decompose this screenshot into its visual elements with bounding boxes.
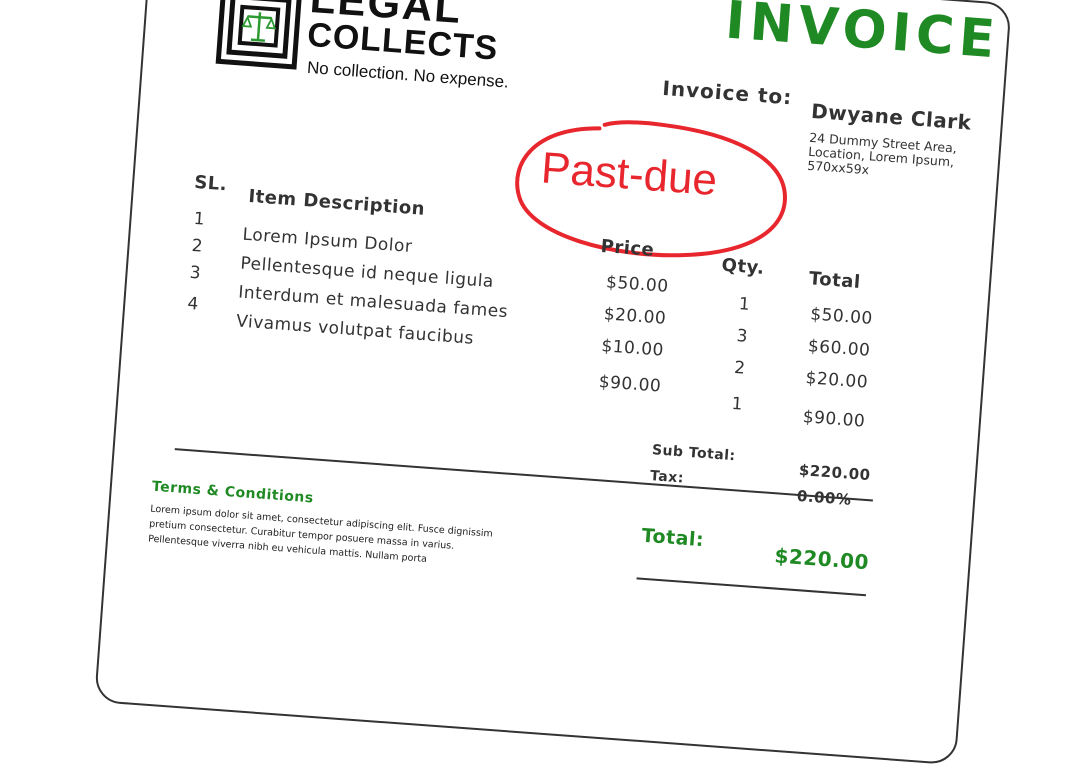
customer-address: 24 Dummy Street Area, Location, Lorem Ip… — [806, 129, 958, 178]
customer-name: Dwyane Clark — [810, 98, 973, 135]
row-1-sl: 1 — [192, 208, 206, 230]
invoice-document: LEGAL COLLECTS No collection. No expense… — [94, 0, 1012, 766]
row-2-total: $60.00 — [807, 336, 872, 361]
row-2-price: $20.00 — [603, 304, 667, 329]
row-1-price: $50.00 — [605, 272, 670, 297]
column-header-qty: Qty. — [720, 254, 766, 279]
row-3-sl: 3 — [189, 262, 202, 284]
terms-body: Lorem ipsum dolor sit amet, consectetur … — [147, 503, 494, 565]
row-3-price: $10.00 — [600, 336, 665, 361]
row-3-total: $20.00 — [804, 368, 869, 393]
subtotal-label: Sub Total: — [651, 442, 737, 465]
tax-label: Tax: — [649, 468, 685, 487]
row-2-qty: 3 — [735, 326, 749, 347]
row-1-total: $50.00 — [809, 304, 874, 329]
grand-total-value: $220.00 — [773, 543, 870, 575]
invoice-to-label: Invoice to: — [661, 75, 794, 110]
row-4-qty: 1 — [730, 393, 744, 415]
column-header-total: Total — [808, 268, 862, 293]
row-4-total: $90.00 — [802, 407, 866, 432]
column-header-sl: SL. — [193, 171, 228, 196]
subtotal-value: $220.00 — [798, 460, 872, 485]
row-4-sl: 4 — [186, 293, 200, 315]
total-divider — [636, 577, 867, 597]
row-2-sl: 2 — [190, 235, 204, 257]
row-1-description: Lorem Ipsum Dolor — [241, 224, 414, 258]
row-3-qty: 2 — [733, 357, 747, 379]
tax-value: 0.00% — [796, 486, 853, 509]
column-header-description: Item Description — [247, 185, 426, 220]
row-4-price: $90.00 — [598, 372, 662, 397]
grand-total-label: Total: — [640, 524, 705, 552]
column-header-price: Price — [600, 235, 656, 261]
terms-title: Terms & Conditions — [151, 478, 315, 507]
row-1-qty: 1 — [738, 294, 751, 315]
scales-of-justice-logo-icon — [215, 0, 303, 70]
invoice-title: INVOICE — [723, 0, 1002, 71]
